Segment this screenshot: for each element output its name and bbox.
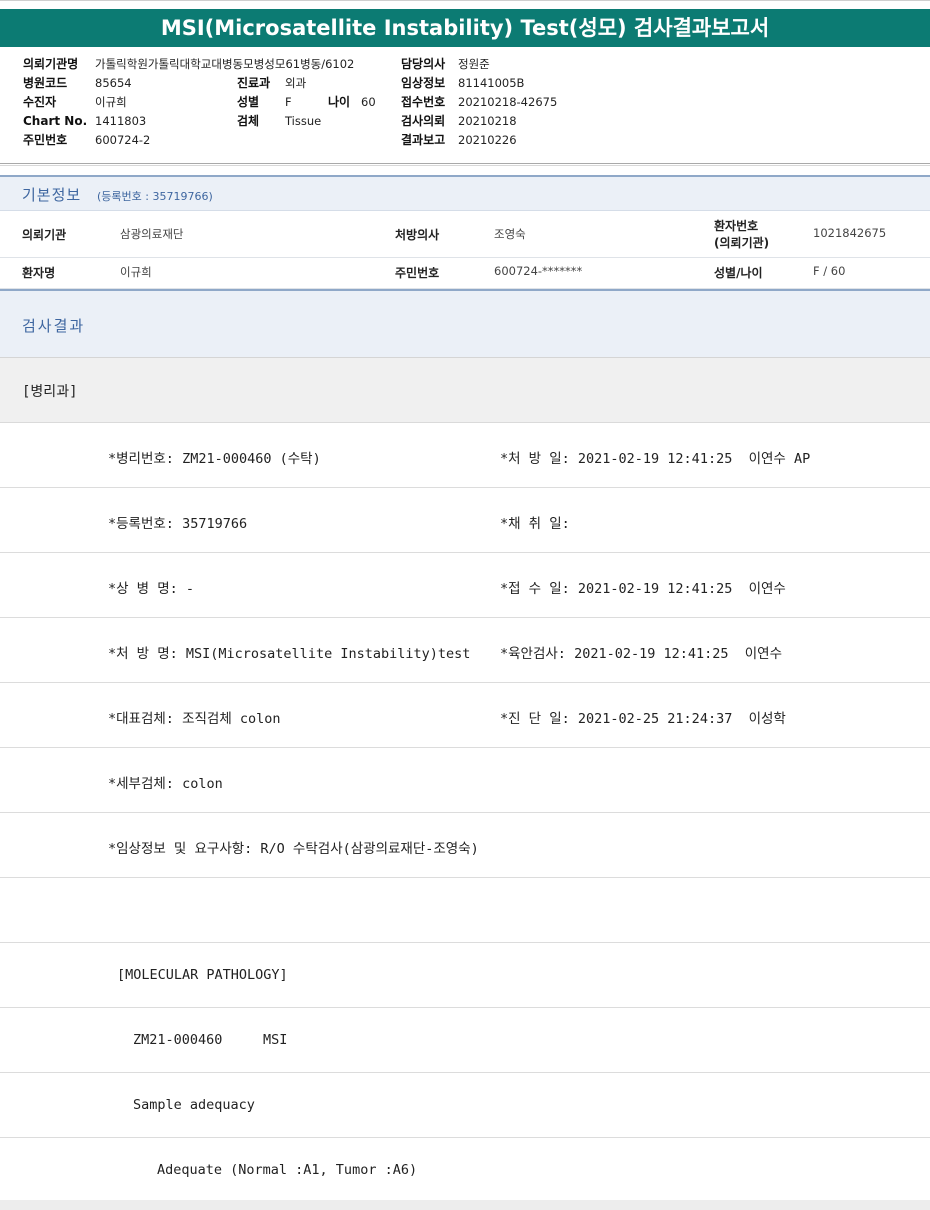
header-row: 접수번호 20210218-42675 [401, 93, 557, 112]
molecular-pathology-header: [MOLECULAR PATHOLOGY] [117, 967, 288, 983]
header-value: 1411803 [95, 114, 147, 128]
test-line: ZM21-000460 MSI [133, 1032, 288, 1048]
header-label: 수진자 [23, 95, 57, 109]
result-title: 검사결과 [22, 317, 86, 335]
header-value: 85654 [95, 76, 132, 90]
result-row: *병리번호: ZM21-000460 (수탁) *처 방 일: 2021-02-… [0, 423, 930, 488]
rrn-value: 600724-******* [494, 264, 583, 278]
result-left-cell: *처 방 명: MSI(Microsatellite Instability)t… [108, 646, 471, 662]
patient-no-sublabel: (의뢰기관) [714, 236, 770, 250]
basic-info-subtitle: (등록번호 : 35719766) [97, 190, 213, 203]
header-value: 60 [361, 95, 376, 109]
result-right-cell: *채 취 일: [500, 516, 570, 532]
header-row: 임상정보 81141005B [401, 74, 557, 93]
header-value: 20210226 [458, 133, 517, 147]
header-value: Tissue [285, 114, 322, 128]
result-row: Sample adequacy [0, 1073, 930, 1138]
patient-name-value: 이규희 [120, 265, 152, 279]
header-label: 주민번호 [23, 133, 68, 147]
doctor-value: 조영숙 [494, 227, 526, 241]
basic-info-row-2: 환자명 이규희 주민번호 600724-******* 성별/나이 F / 60 [0, 258, 930, 289]
result-right-cell: *접 수 일: 2021-02-19 12:41:25 이연수 [500, 581, 786, 597]
patient-no-value: 1021842675 [813, 226, 887, 240]
header-label: 결과보고 [401, 133, 446, 147]
header-value: 이규희 [95, 95, 127, 109]
header-label: 검체 [237, 114, 260, 128]
result-right-cell: *진 단 일: 2021-02-25 21:24:37 이성학 [500, 711, 786, 727]
result-left-cell: *병리번호: ZM21-000460 (수탁) [108, 451, 321, 467]
header-label: 나이 [328, 95, 351, 109]
header-label: 진료과 [237, 76, 271, 90]
result-row: *등록번호: 35719766 *채 취 일: [0, 488, 930, 553]
result-right-cell: *육안검사: 2021-02-19 12:41:25 이연수 [500, 646, 783, 662]
result-row: *처 방 명: MSI(Microsatellite Instability)t… [0, 618, 930, 683]
result-row: *임상정보 및 요구사항: R/O 수탁검사(삼광의료재단-조영숙) [0, 813, 930, 878]
header-row: 진료과 외과 [237, 74, 376, 93]
patient-no-label: 환자번호 [714, 219, 759, 233]
header-row: 의뢰기관명 가톨릭학원가톨릭대학교대병동모병성모61병동/6102 [23, 55, 354, 74]
adequacy-value: Adequate (Normal :A1, Tumor :A6) [157, 1162, 418, 1178]
header-divider [0, 163, 930, 166]
result-right-cell: *처 방 일: 2021-02-19 12:41:25 이연수 AP [500, 451, 811, 467]
result-row: [MOLECULAR PATHOLOGY] [0, 943, 930, 1008]
header-label: 성별 [237, 95, 260, 109]
result-left-cell: *임상정보 및 요구사항: R/O 수탁검사(삼광의료재단-조영숙) [108, 841, 479, 857]
header-col-3: 담당의사 정원준 임상정보 81141005B 접수번호 20210218-42675… [401, 55, 557, 150]
header-value: 정원준 [458, 57, 490, 71]
result-row: *세부검체: colon [0, 748, 930, 813]
header-row: 결과보고 20210226 [401, 131, 557, 150]
header-row: 성별 F 나이 60 [237, 93, 376, 112]
header-value: 20210218-42675 [458, 95, 558, 109]
pathology-dept-label: [병리과] [22, 384, 78, 400]
bottom-strip [0, 1200, 930, 1210]
top-border [0, 0, 930, 6]
header-label: 담당의사 [401, 57, 446, 71]
doctor-label: 처방의사 [395, 228, 440, 242]
header-value: F [285, 95, 292, 109]
header-label: 접수번호 [401, 95, 446, 109]
result-row-blank [0, 878, 930, 943]
adequacy-title: Sample adequacy [133, 1097, 255, 1113]
header-col-2: 진료과 외과 성별 F 나이 60 검체 Tissue [237, 74, 376, 131]
pathology-dept-header: [병리과] [0, 358, 930, 423]
header-value: 20210218 [458, 114, 517, 128]
result-left-cell: *등록번호: 35719766 [108, 516, 248, 532]
header-label: 의뢰기관명 [23, 57, 79, 71]
header-value: 81141005B [458, 76, 525, 90]
header-label: Chart No. [23, 114, 88, 128]
header-value: 가톨릭학원가톨릭대학교대병동모병성모61병동/6102 [95, 57, 355, 71]
result-header: 검사결과 [0, 289, 930, 358]
header-row: 검사의뢰 20210218 [401, 112, 557, 131]
report-title: MSI(Microsatellite Instability) Test(성모)… [0, 9, 930, 47]
patient-name-label: 환자명 [22, 266, 56, 280]
header-row: 검체 Tissue [237, 112, 376, 131]
sex-age-label: 성별/나이 [714, 266, 763, 280]
header-label: 병원코드 [23, 76, 68, 90]
header-row: 담당의사 정원준 [401, 55, 557, 74]
result-left-cell: *대표검체: 조직검체 colon [108, 711, 281, 727]
sex-age-value: F / 60 [813, 264, 846, 278]
result-row: *상 병 명: - *접 수 일: 2021-02-19 12:41:25 이연… [0, 553, 930, 618]
result-left-cell: *상 병 명: - [108, 581, 195, 597]
header-label: 검사의뢰 [401, 114, 446, 128]
basic-info-title: 기본정보 [22, 186, 82, 204]
basic-info-row-1: 의뢰기관 삼광의료재단 처방의사 조영숙 환자번호 (의뢰기관) 1021842… [0, 211, 930, 258]
header-value: 외과 [285, 76, 307, 90]
institution-value: 삼광의료재단 [120, 227, 184, 241]
result-row: Adequate (Normal :A1, Tumor :A6) [0, 1138, 930, 1200]
result-row: *대표검체: 조직검체 colon *진 단 일: 2021-02-25 21:… [0, 683, 930, 748]
rrn-label: 주민번호 [395, 266, 440, 280]
result-left-cell: *세부검체: colon [108, 776, 223, 792]
header-value: 600724-2 [95, 133, 151, 147]
institution-label: 의뢰기관 [22, 228, 67, 242]
header-row: 주민번호 600724-2 [23, 131, 354, 150]
result-row: ZM21-000460 MSI [0, 1008, 930, 1073]
basic-info-header: 기본정보 (등록번호 : 35719766) [0, 175, 930, 211]
header-label: 임상정보 [401, 76, 446, 90]
